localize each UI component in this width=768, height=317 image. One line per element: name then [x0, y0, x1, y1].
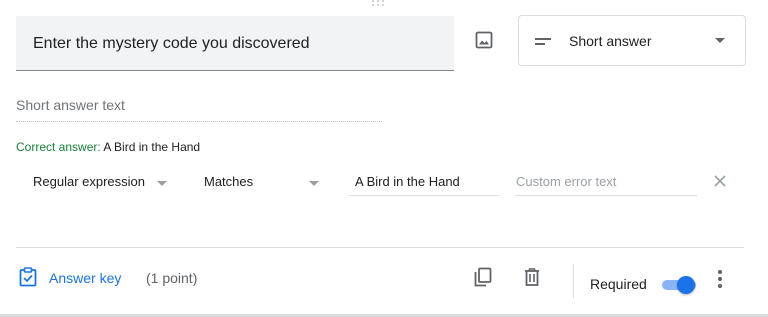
- correct-answer-row: Correct answer: A Bird in the Hand: [16, 140, 200, 154]
- duplicate-icon[interactable]: [474, 267, 492, 287]
- image-icon[interactable]: [474, 30, 494, 50]
- question-type-label: Short answer: [569, 33, 652, 49]
- answer-underline: [16, 121, 382, 122]
- required-toggle[interactable]: [660, 275, 696, 294]
- short-answer-icon: [535, 38, 551, 45]
- short-answer-placeholder: Short answer text: [16, 97, 125, 113]
- response-validation-row: Regular expression Matches A Bird in the…: [0, 168, 768, 198]
- footer-separator: [573, 264, 574, 298]
- delete-icon[interactable]: [524, 268, 540, 286]
- validation-type-select[interactable]: Regular expression: [33, 174, 145, 189]
- correct-answer-value: A Bird in the Hand: [103, 140, 201, 154]
- close-icon[interactable]: [713, 174, 727, 188]
- question-type-dropdown[interactable]: Short answer: [518, 15, 746, 66]
- answer-key-icon[interactable]: [19, 267, 37, 287]
- toggle-knob: [677, 276, 695, 294]
- points-label: (1 point): [146, 270, 198, 286]
- validation-operator-select[interactable]: Matches: [204, 174, 253, 189]
- pattern-underline: [349, 195, 499, 196]
- chevron-down-icon[interactable]: [309, 181, 319, 186]
- question-title-field[interactable]: Enter the mystery code you discovered: [16, 16, 454, 71]
- question-card: Enter the mystery code you discovered Sh…: [0, 0, 768, 317]
- question-footer: Answer key (1 point) Required: [0, 260, 768, 300]
- question-title-text[interactable]: Enter the mystery code you discovered: [33, 35, 310, 53]
- validation-pattern-input[interactable]: A Bird in the Hand: [355, 174, 460, 189]
- footer-divider: [16, 247, 744, 248]
- required-label: Required: [590, 276, 647, 292]
- chevron-down-icon: [715, 38, 725, 43]
- answer-key-button[interactable]: Answer key: [49, 270, 121, 286]
- drag-handle-icon[interactable]: [372, 0, 390, 6]
- error-underline: [515, 195, 697, 196]
- custom-error-input[interactable]: Custom error text: [516, 174, 616, 189]
- correct-answer-label: Correct answer:: [16, 140, 101, 154]
- more-vert-icon[interactable]: [717, 270, 723, 290]
- chevron-down-icon[interactable]: [157, 181, 167, 186]
